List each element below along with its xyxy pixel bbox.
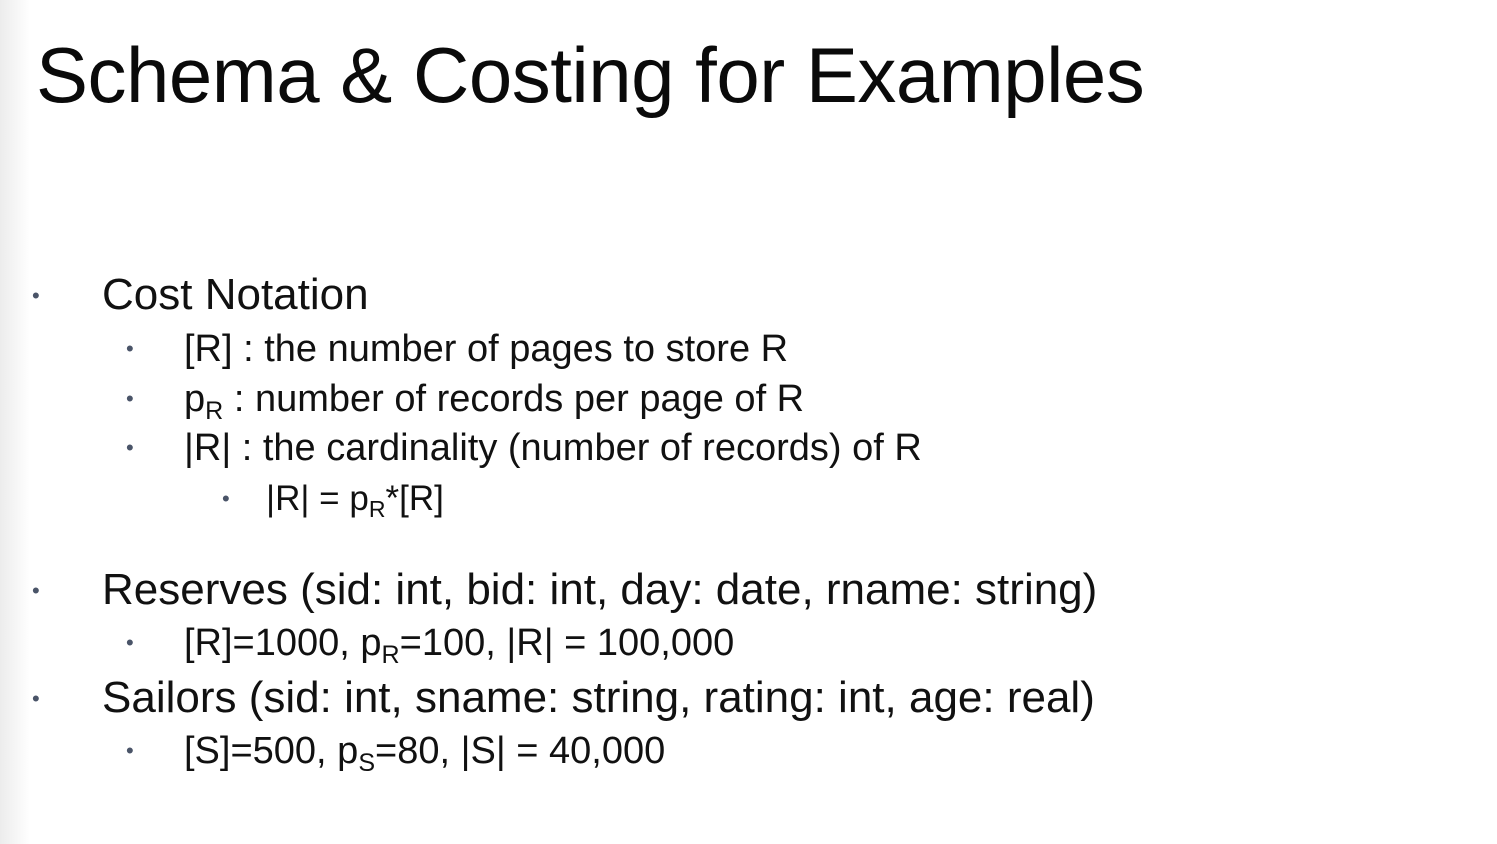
reserves-stats-subscript: R: [381, 640, 400, 669]
bullet-icon: •: [126, 336, 134, 361]
sailors-schema: Sailors (sid: int, sname: string, rating…: [102, 673, 1095, 722]
reserves-schema: Reserves (sid: int, bid: int, day: date,…: [102, 565, 1098, 614]
slide-edge-shade: [0, 0, 30, 844]
bullet-icon: •: [32, 578, 40, 603]
records-per-page-subscript: R: [205, 396, 224, 425]
cost-notation-cardinality: |R| : the cardinality (number of records…: [184, 427, 922, 469]
sailors-stats-suffix: =80, |S| = 40,000: [375, 730, 666, 772]
reserves-stats-suffix: =100, |R| = 100,000: [399, 622, 735, 664]
sailors-stats: [S]=500, pS=80, |S| = 40,000: [184, 729, 665, 777]
bullet-icon: •: [126, 386, 134, 411]
sailors-stats-subscript: S: [358, 748, 376, 777]
bullet-icon: •: [126, 738, 134, 763]
formula-prefix: |R| = p: [266, 479, 369, 518]
records-per-page-text: : number of records per page of R: [223, 378, 805, 420]
cost-notation-records-per-page: pR : number of records per page of R: [184, 377, 804, 425]
cost-notation-pages: [R] : the number of pages to store R: [184, 328, 789, 370]
reserves-stats-prefix: [R]=1000, p: [184, 622, 382, 664]
slide-title: Schema & Costing for Examples: [36, 31, 1145, 119]
bullet-icon: •: [32, 283, 40, 308]
bullet-icon: •: [126, 630, 134, 655]
sailors-stats-prefix: [S]=500, p: [184, 730, 359, 772]
records-per-page-symbol: p: [184, 378, 206, 420]
bullet-icon: •: [222, 486, 230, 511]
formula-suffix: *[R]: [385, 479, 444, 518]
bullet-icon: •: [126, 435, 134, 460]
cardinality-formula: |R| = pR*[R]: [266, 478, 444, 523]
reserves-stats: [R]=1000, pR=100, |R| = 100,000: [184, 621, 734, 669]
bullet-icon: •: [32, 686, 40, 711]
cost-notation-heading: Cost Notation: [102, 270, 369, 319]
formula-subscript: R: [368, 495, 386, 522]
